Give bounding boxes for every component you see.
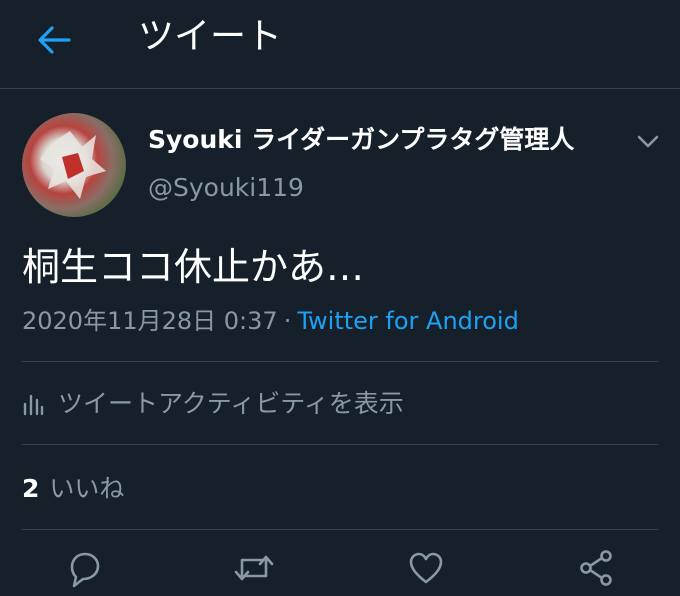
tweet-activity-label: ツイートアクティビティを表示: [58, 389, 404, 418]
tweet-source-link[interactable]: Twitter for Android: [297, 307, 518, 335]
avatar-image: [40, 131, 106, 199]
bar-chart-icon: [22, 390, 50, 418]
retweet-button[interactable]: [230, 548, 278, 596]
share-button[interactable]: [572, 548, 620, 596]
user-handle[interactable]: @Syouki119: [148, 170, 304, 206]
likes-number: 2: [22, 474, 40, 503]
like-button[interactable]: [402, 548, 450, 596]
share-icon: [580, 550, 612, 586]
arrow-left-icon: [38, 26, 71, 54]
divider: [22, 444, 658, 445]
page-title: ツイート: [138, 16, 283, 57]
reply-icon: [70, 552, 100, 588]
likes-label: いいね: [49, 474, 125, 503]
more-options-button[interactable]: [632, 126, 664, 158]
avatar[interactable]: [22, 113, 126, 217]
chevron-down-icon: [637, 135, 659, 148]
reply-button[interactable]: [60, 548, 108, 596]
tweet-activity-button[interactable]: ツイートアクティビティを表示: [22, 385, 404, 423]
tweet-timestamp: 2020年11月28日 0:37: [22, 307, 278, 335]
tweet-text: 桐生ココ休止かあ…: [22, 245, 365, 289]
tweet-meta: 2020年11月28日 0:37 · Twitter for Android: [22, 303, 519, 339]
back-button[interactable]: [28, 18, 80, 62]
likes-count[interactable]: 2 いいね: [22, 470, 124, 508]
like-icon: [409, 552, 443, 584]
retweet-icon: [234, 555, 274, 581]
display-name[interactable]: Syouki ライダーガンプラタグ管理人: [148, 122, 574, 158]
top-bar: ツイート: [0, 0, 680, 89]
divider: [22, 361, 658, 362]
meta-separator: ·: [283, 307, 292, 335]
divider: [22, 529, 658, 530]
